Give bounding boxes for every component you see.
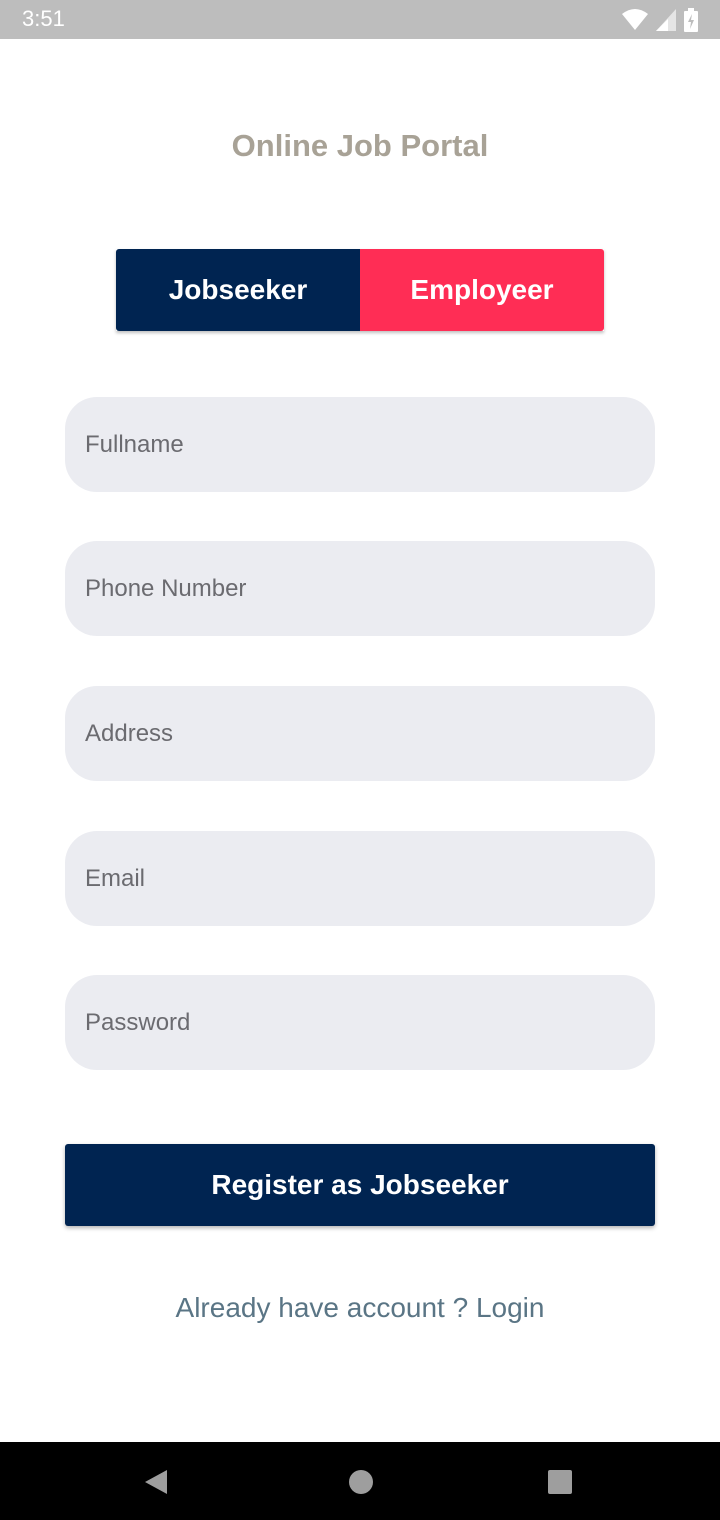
home-icon[interactable] — [348, 1469, 374, 1495]
email-field — [65, 831, 655, 926]
app-screen: 3:51 Online Job Portal Jobseeker Employe… — [0, 0, 720, 1520]
phone-field — [65, 541, 655, 636]
fullname-input[interactable] — [65, 397, 655, 492]
jobseeker-tab[interactable]: Jobseeker — [116, 249, 360, 331]
app-title: Online Job Portal — [231, 128, 489, 163]
email-input[interactable] — [65, 831, 655, 926]
register-button[interactable]: Register as Jobseeker — [65, 1144, 655, 1226]
fullname-field — [65, 397, 655, 492]
login-link[interactable]: Already have account ? Login — [0, 1292, 720, 1324]
wifi-icon — [622, 9, 648, 31]
status-time: 3:51 — [22, 6, 65, 31]
back-icon[interactable] — [143, 1469, 169, 1495]
phone-number-input[interactable] — [65, 541, 655, 636]
password-input[interactable] — [65, 975, 655, 1070]
battery-charging-icon — [684, 8, 698, 32]
address-field — [65, 686, 655, 781]
password-field — [65, 975, 655, 1070]
user-type-toggle: Jobseeker Employeer — [116, 249, 604, 331]
recents-icon[interactable] — [547, 1469, 573, 1495]
employeer-tab[interactable]: Employeer — [360, 249, 604, 331]
address-input[interactable] — [65, 686, 655, 781]
navigation-bar — [0, 1442, 720, 1520]
cell-signal-icon — [656, 9, 676, 31]
status-icons — [622, 8, 698, 32]
status-bar: 3:51 — [0, 0, 720, 39]
